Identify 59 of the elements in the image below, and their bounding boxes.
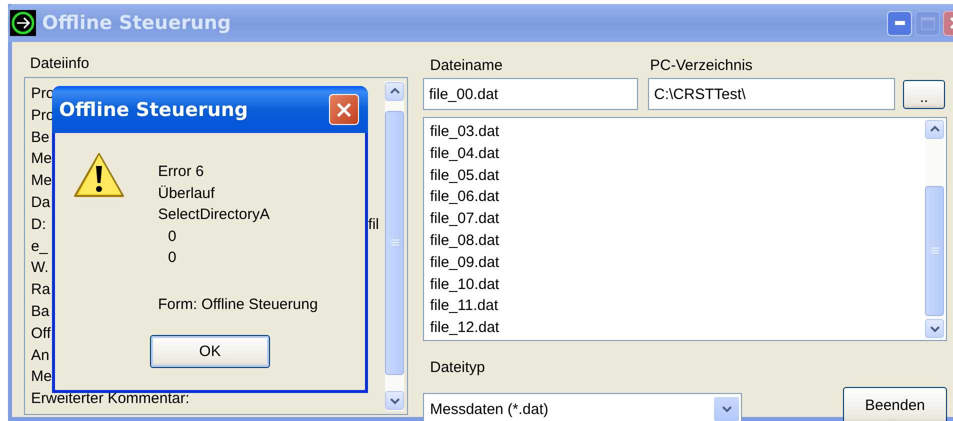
info-line: fil: [368, 214, 379, 235]
window-title: Offline Steuerung: [42, 12, 232, 34]
file-name-field[interactable]: file_00.dat: [423, 78, 638, 110]
file-item[interactable]: file_07.dat: [430, 208, 923, 230]
info-line: Me: [31, 367, 52, 388]
dialog-title: Offline Steuerung: [59, 98, 249, 120]
info-line: W.: [31, 258, 48, 278]
exit-button[interactable]: Beenden: [843, 387, 947, 421]
info-line: Da: [31, 192, 50, 213]
info-line: An: [31, 346, 50, 366]
ok-button[interactable]: OK: [150, 335, 270, 368]
info-line: e_: [31, 236, 48, 257]
info-line: Me: [31, 171, 52, 192]
message-line: SelectDirectoryA: [158, 205, 271, 225]
browse-button[interactable]: ..: [903, 80, 945, 108]
info-line: Ra: [31, 280, 50, 300]
info-line: Off: [31, 324, 51, 344]
message-line: Überlauf: [158, 184, 216, 204]
info-line: Erweiterter Kommentar:: [31, 389, 190, 410]
file-item[interactable]: file_08.dat: [430, 230, 923, 252]
file-list[interactable]: file_03.dat file_04.dat file_05.dat file_06.dat file_07.dat file_08.dat file_09.dat file_10.dat file_11.dat file_12.dat: [423, 117, 947, 341]
panel-label: Dateiinfo: [29, 54, 90, 74]
field-label: PC-Verzeichnis: [649, 57, 753, 76]
scroll-down-button[interactable]: [925, 319, 944, 338]
file-item[interactable]: file_04.dat: [430, 142, 923, 165]
grip-icon: [390, 239, 398, 247]
file-item[interactable]: file_03.dat: [430, 121, 923, 143]
directory-field[interactable]: C:\CRSTTest\: [648, 78, 895, 110]
file-item[interactable]: file_12.dat: [430, 317, 923, 339]
warning-icon: [73, 151, 125, 199]
file-type-dropdown[interactable]: Messdaten (*.dat): [423, 393, 742, 421]
app-icon: [10, 10, 36, 36]
scroll-up-button[interactable]: [385, 82, 404, 101]
scroll-down-button[interactable]: [385, 391, 404, 410]
file-item[interactable]: file_11.dat: [430, 295, 923, 318]
info-line: Ba: [31, 302, 50, 322]
message-line: 0: [167, 226, 178, 246]
info-line: Be: [31, 128, 50, 148]
maximize-icon: [920, 16, 934, 30]
info-line: Me: [31, 149, 52, 170]
minimize-icon: [894, 21, 904, 25]
minimize-button[interactable]: [887, 10, 912, 36]
file-item[interactable]: file_05.dat: [430, 164, 923, 186]
field-label: Dateityp: [429, 358, 486, 378]
message-line: Form: Offline Steuerung: [158, 294, 318, 314]
close-icon: [336, 102, 352, 118]
info-line: D:: [31, 214, 46, 235]
grip-icon: [930, 247, 938, 255]
message-line: Error 6: [158, 162, 205, 182]
message-line: 0: [167, 248, 178, 268]
scroll-thumb[interactable]: [925, 186, 944, 316]
scroll-up-button[interactable]: [925, 120, 944, 139]
scrollbar[interactable]: [385, 81, 404, 411]
file-item[interactable]: file_10.dat: [430, 274, 923, 296]
file-item[interactable]: file_06.dat: [430, 186, 923, 208]
scrollbar[interactable]: [925, 119, 944, 339]
file-item[interactable]: file_09.dat: [430, 252, 923, 274]
scroll-thumb[interactable]: [385, 111, 404, 375]
field-label: Dateiname: [429, 57, 504, 76]
